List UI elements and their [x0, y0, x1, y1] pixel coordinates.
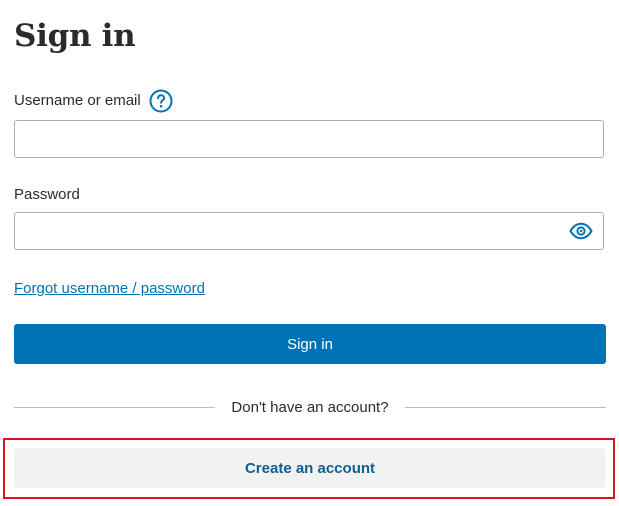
password-label-row: Password: [14, 185, 80, 205]
password-input[interactable]: [15, 213, 603, 249]
question-circle-icon[interactable]: [149, 89, 173, 113]
sign-in-button[interactable]: Sign in: [14, 324, 606, 364]
create-account-button[interactable]: Create an account: [14, 448, 606, 488]
password-label: Password: [14, 186, 80, 203]
eye-icon[interactable]: [569, 221, 593, 241]
username-field-wrapper: [14, 120, 604, 158]
forgot-password-link[interactable]: Forgot username / password: [14, 279, 205, 299]
divider-line-left: [14, 406, 216, 408]
divider-line-right: [404, 406, 606, 408]
password-field-wrapper: [14, 212, 604, 250]
page-title: Sign in: [14, 18, 136, 54]
account-divider: Don't have an account?: [14, 396, 606, 418]
username-input[interactable]: [15, 121, 603, 157]
username-label: Username or email: [14, 92, 141, 109]
divider-text: Don't have an account?: [231, 398, 389, 416]
username-label-row: Username or email: [14, 89, 173, 113]
